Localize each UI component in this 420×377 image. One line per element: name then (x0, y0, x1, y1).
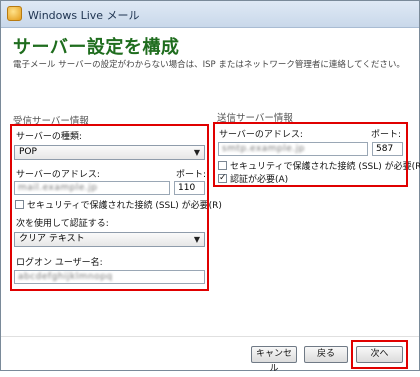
incoming-ssl-label: セキュリティで保護された接続 (SSL) が必要(R) (27, 201, 222, 211)
incoming-server-address-value: mail.example.jp (18, 183, 98, 193)
title-bar: Windows Live メール (1, 1, 419, 28)
window-title: Windows Live メール (28, 9, 140, 22)
chevron-down-icon: ▼ (193, 148, 200, 157)
incoming-server-address-input[interactable]: mail.example.jp (14, 181, 170, 195)
windows-live-mail-icon (7, 6, 22, 21)
incoming-section-title: 受信サーバー情報 (13, 116, 89, 127)
outgoing-server-address-label: サーバーのアドレス: (219, 130, 303, 140)
chevron-down-icon: ▼ (193, 235, 200, 244)
outgoing-ssl-checkbox[interactable] (218, 161, 227, 170)
logon-username-label: ログオン ユーザー名: (16, 258, 103, 268)
cancel-button[interactable]: キャンセル (251, 346, 297, 374)
footer-divider (1, 336, 419, 337)
setup-window: Windows Live メール サーバー設定を構成 電子メール サーバーの設定… (0, 0, 420, 374)
outgoing-port-label: ポート: (371, 130, 402, 140)
auth-method-select[interactable]: クリア テキスト ▼ (14, 232, 205, 247)
logon-username-input[interactable]: abcdefghijklmnopq (14, 270, 205, 284)
outgoing-port-input[interactable]: 587 (372, 142, 403, 156)
incoming-port-label: ポート: (176, 170, 207, 180)
auth-required-label: 認証が必要(A) (230, 175, 289, 185)
auth-method-value: クリア テキスト (19, 234, 85, 244)
server-type-select[interactable]: POP ▼ (14, 145, 205, 160)
page-heading: サーバー設定を構成 (13, 37, 180, 58)
incoming-ssl-checkbox[interactable] (15, 200, 24, 209)
incoming-ssl-row[interactable]: セキュリティで保護された接続 (SSL) が必要(R) (15, 198, 222, 211)
auth-required-checkbox[interactable]: ✓ (218, 174, 227, 183)
outgoing-server-address-input[interactable]: smtp.example.jp (218, 142, 368, 156)
outgoing-ssl-label: セキュリティで保護された接続 (SSL) が必要(R) (230, 162, 420, 172)
page-description: 電子メール サーバーの設定がわからない場合は、ISP またはネットワーク管理者に… (13, 60, 405, 70)
next-button[interactable]: 次へ (356, 346, 403, 363)
logon-username-value: abcdefghijklmnopq (18, 272, 113, 282)
auth-method-label: 次を使用して認証する: (16, 219, 109, 229)
incoming-server-address-label: サーバーのアドレス: (16, 170, 100, 180)
outgoing-server-address-value: smtp.example.jp (222, 144, 305, 154)
outgoing-section-title: 送信サーバー情報 (217, 113, 293, 124)
back-button[interactable]: 戻る (304, 346, 348, 363)
server-type-label: サーバーの種類: (16, 132, 82, 142)
incoming-port-input[interactable]: 110 (174, 181, 205, 195)
server-type-value: POP (19, 147, 37, 157)
outgoing-port-value: 587 (376, 144, 394, 154)
incoming-port-value: 110 (178, 183, 196, 193)
auth-required-row[interactable]: ✓ 認証が必要(A) (218, 172, 288, 185)
outgoing-ssl-row[interactable]: セキュリティで保護された接続 (SSL) が必要(R) (218, 159, 420, 172)
